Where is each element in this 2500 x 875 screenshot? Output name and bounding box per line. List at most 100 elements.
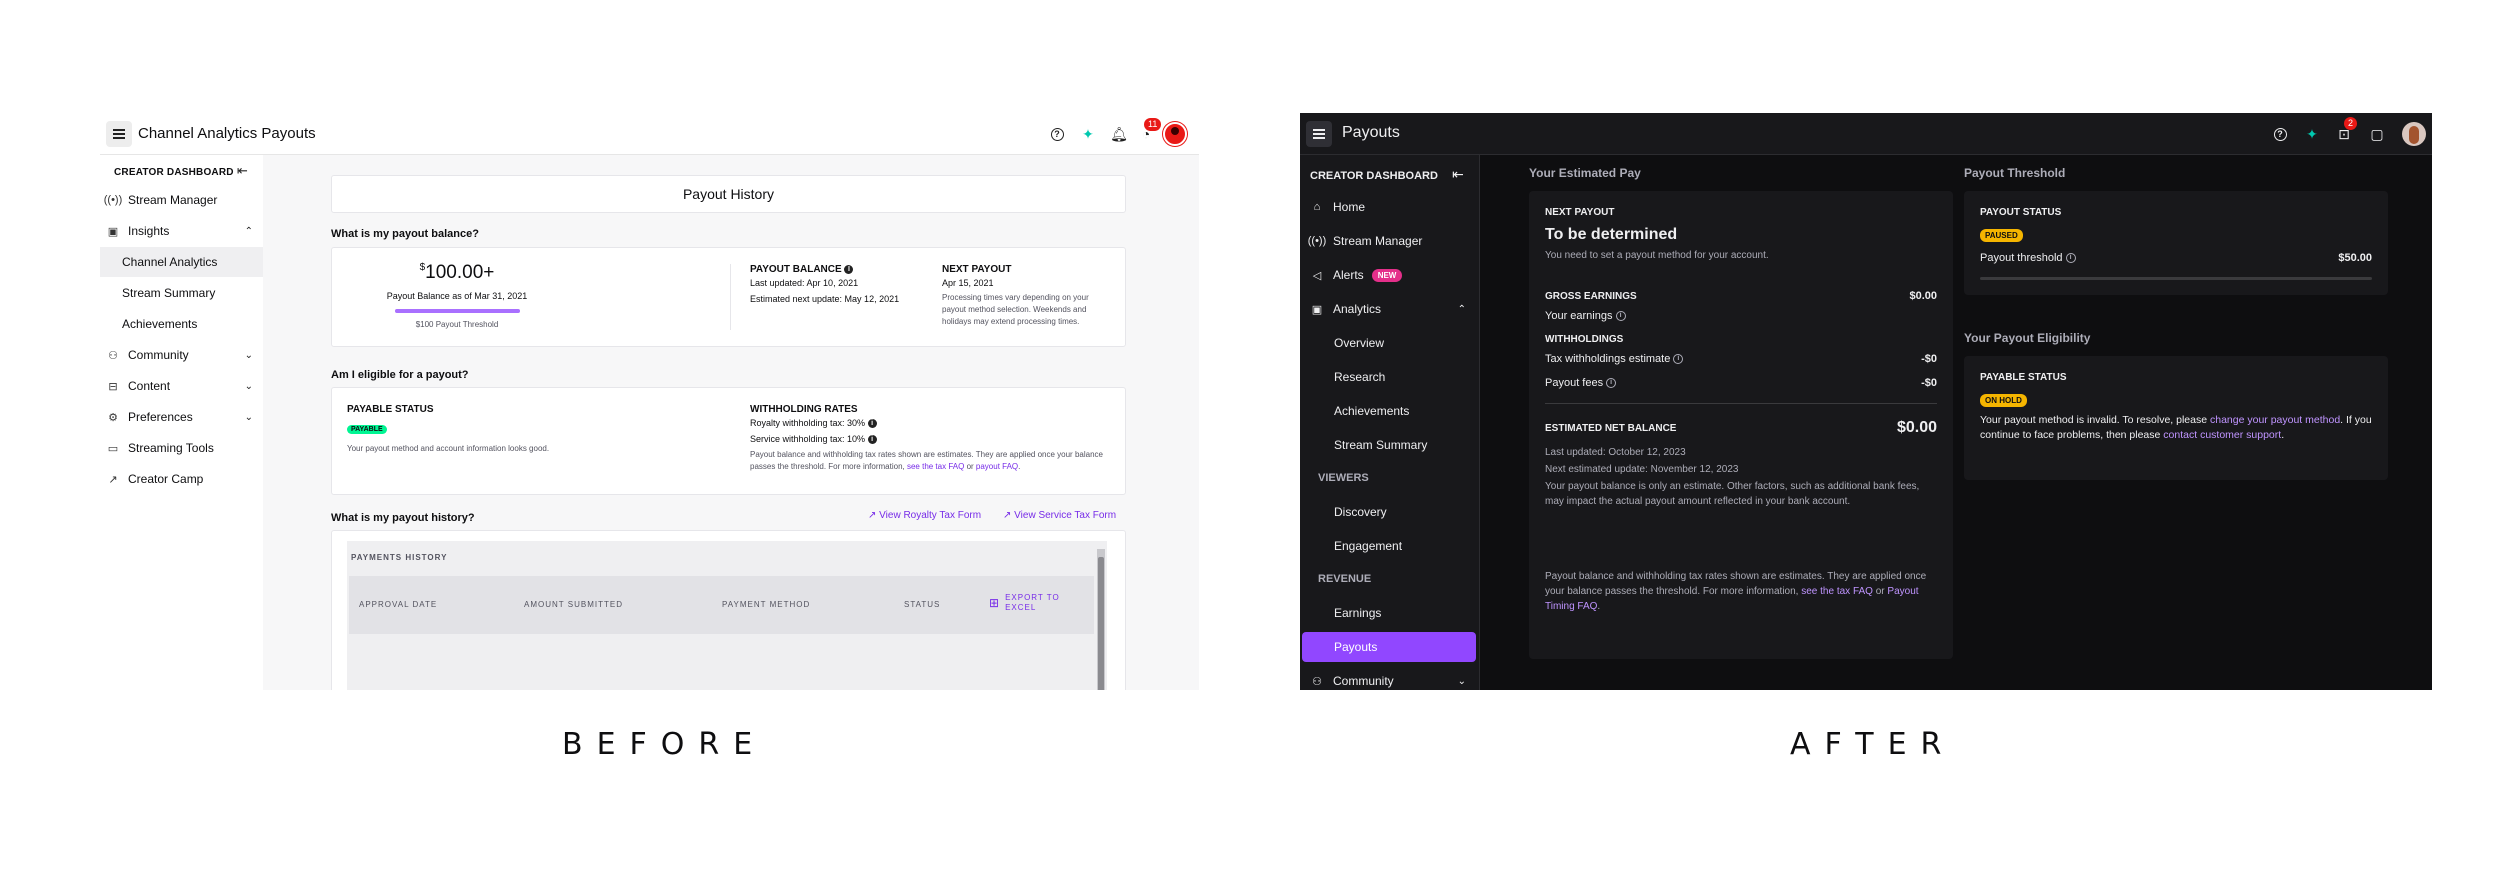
- divider: [1545, 403, 1937, 404]
- info-icon[interactable]: i: [867, 419, 877, 429]
- top-nav: Payouts ? ✦ ⊡ 2 ▢: [1300, 113, 2432, 155]
- chevron-up-icon: ⌃: [1457, 303, 1466, 315]
- menu-icon[interactable]: [106, 121, 132, 147]
- balance-progress-fill: [395, 309, 520, 313]
- sidebar-item-payouts[interactable]: Payouts: [1302, 632, 1476, 662]
- broadcast-icon: ((•)): [103, 194, 123, 206]
- sidebar-group-revenue: REVENUE: [1318, 573, 1372, 585]
- sidebar-item-streaming-tools[interactable]: ▭ Streaming Tools: [100, 433, 263, 463]
- info-icon[interactable]: i: [844, 264, 854, 274]
- payments-history-card: PAYMENTS HISTORY APPROVAL DATE AMOUNT SU…: [331, 530, 1126, 690]
- sidebar-item-research[interactable]: Research: [1302, 362, 1476, 392]
- before-caption: BEFORE: [562, 727, 767, 762]
- before-screenshot: Channel Analytics Payouts ? ✦ 🔔︎ ◔ 11 CR…: [100, 113, 1199, 690]
- sparkle-icon[interactable]: ✦: [2301, 123, 2323, 145]
- info-icon[interactable]: i: [2065, 253, 2076, 264]
- sparkle-icon[interactable]: ✦: [1077, 123, 1099, 145]
- sidebar-item-stream-manager[interactable]: ((•)) Stream Manager: [1302, 226, 1476, 256]
- info-icon[interactable]: i: [1673, 354, 1684, 365]
- threshold-progress-track: [1980, 277, 2372, 280]
- after-caption: AFTER: [1790, 727, 1956, 762]
- notifications-badge: 11: [1144, 118, 1162, 131]
- history-question: What is my payout history?: [331, 512, 475, 524]
- view-service-link[interactable]: ↗ View Service Tax Form: [1003, 510, 1116, 521]
- threshold-row: Payout threshold i $50.00: [1980, 252, 2372, 264]
- fees-row: Payout fees i -$0: [1545, 377, 1937, 389]
- sidebar-item-alerts[interactable]: ◁ Alerts NEW: [1302, 260, 1476, 290]
- contact-support-link[interactable]: contact customer support: [2163, 429, 2281, 441]
- payments-history-label: PAYMENTS HISTORY: [351, 553, 448, 562]
- sidebar-item-engagement[interactable]: Engagement: [1302, 531, 1476, 561]
- menu-icon[interactable]: [1306, 121, 1332, 147]
- column-header: AMOUNT SUBMITTED: [524, 600, 623, 609]
- sidebar-item-home[interactable]: ⌂ Home: [1302, 192, 1476, 222]
- column-header: APPROVAL DATE: [359, 600, 438, 609]
- bell-icon[interactable]: 🔔︎: [1108, 123, 1130, 145]
- sidebar-item-earnings[interactable]: Earnings: [1302, 598, 1476, 628]
- balance-card: $100.00+ Payout Balance as of Mar 31, 20…: [331, 247, 1126, 347]
- chevron-down-icon: ⌄: [1457, 675, 1466, 687]
- sidebar-item-analytics[interactable]: ▣ Analytics ⌃: [1302, 294, 1476, 324]
- chevron-down-icon: ⌄: [244, 411, 253, 423]
- your-earnings: Your earnings i: [1545, 309, 1626, 324]
- payout-eligibility-card: PAYABLE STATUS ON HOLD Your payout metho…: [1964, 356, 2388, 480]
- chevron-down-icon: ⌄: [244, 349, 253, 361]
- home-icon: ⌂: [1313, 201, 1321, 213]
- payout-faq-link[interactable]: payout FAQ: [976, 462, 1018, 471]
- sidebar-item-overview[interactable]: Overview: [1302, 328, 1476, 358]
- sidebar-item-community[interactable]: ⚇ Community ⌄: [100, 340, 263, 370]
- help-icon[interactable]: ?: [2269, 123, 2291, 145]
- tax-faq-link[interactable]: see the tax FAQ: [1801, 586, 1873, 597]
- sidebar-item-creator-camp[interactable]: ↗ Creator Camp: [100, 464, 263, 494]
- sidebar-item-preferences[interactable]: ⚙ Preferences ⌄: [100, 402, 263, 432]
- notifications-badge: 2: [2344, 117, 2358, 130]
- gross-earnings-row: GROSS EARNINGS $0.00: [1545, 290, 1937, 302]
- camera-icon: ▭: [107, 442, 119, 455]
- balance-caption: Payout Balance as of Mar 31, 2021: [386, 291, 528, 301]
- avatar[interactable]: [2402, 122, 2426, 146]
- after-screenshot: Payouts ? ✦ ⊡ 2 ▢ CREATOR DASHBOARD ⇤ ⌂ H…: [1300, 113, 2432, 690]
- chat-icon[interactable]: ▢: [2366, 123, 2388, 145]
- sidebar-item-community[interactable]: ⚇ Community ⌄: [1302, 666, 1476, 690]
- tax-faq-link[interactable]: see the tax FAQ: [907, 462, 964, 471]
- app-title: Channel Analytics Payouts: [138, 125, 316, 142]
- sidebar-item-stream-summary[interactable]: Stream Summary: [1302, 430, 1476, 460]
- sidebar-item-stream-manager[interactable]: ((•)) Stream Manager: [100, 185, 263, 215]
- sidebar-header: CREATOR DASHBOARD: [114, 167, 234, 178]
- sidebar-item-discovery[interactable]: Discovery: [1302, 497, 1476, 527]
- scrollbar[interactable]: [1097, 549, 1105, 690]
- view-royalty-link[interactable]: ↗ View Royalty Tax Form: [868, 510, 981, 521]
- payout-threshold-card: PAYOUT STATUS PAUSED Payout threshold i $…: [1964, 191, 2388, 295]
- sidebar-item-content[interactable]: ⊟ Content ⌄: [100, 371, 263, 401]
- collapse-icon[interactable]: ⇤: [237, 163, 248, 179]
- community-icon: ⚇: [1312, 675, 1322, 688]
- payments-table: PAYMENTS HISTORY APPROVAL DATE AMOUNT SU…: [347, 541, 1107, 690]
- help-icon[interactable]: ?: [1046, 123, 1068, 145]
- sidebar-item-channel-analytics[interactable]: Channel Analytics: [100, 247, 263, 277]
- net-balance-row: ESTIMATED NET BALANCE $0.00: [1545, 419, 1937, 436]
- sidebar-item-stream-summary[interactable]: Stream Summary: [100, 278, 263, 308]
- change-payout-method-link[interactable]: change your payout method: [2210, 414, 2340, 426]
- eligible-question: Am I eligible for a payout?: [331, 369, 469, 381]
- next-payout-block: NEXT PAYOUT Apr 15, 2021 Processing time…: [942, 264, 1089, 326]
- top-nav: Channel Analytics Payouts ? ✦ 🔔︎ ◔ 11: [100, 113, 1199, 155]
- export-button[interactable]: ⊞ EXPORT TO EXCEL: [989, 593, 1065, 613]
- info-icon[interactable]: i: [1606, 378, 1617, 389]
- withholding-block: WITHHOLDING RATES Royalty withholding ta…: [750, 404, 1103, 471]
- app-title: Payouts: [1342, 124, 1400, 141]
- chevron-down-icon: ⌄: [244, 380, 253, 392]
- tax-note: Payout balance and withholding tax rates…: [1545, 571, 1927, 612]
- avatar[interactable]: [1163, 122, 1187, 146]
- info-icon[interactable]: i: [867, 435, 877, 445]
- info-icon[interactable]: i: [1615, 311, 1626, 322]
- collapse-icon[interactable]: ⇤: [1452, 166, 1464, 183]
- sidebar-group-viewers: VIEWERS: [1318, 472, 1369, 484]
- column-header: STATUS: [904, 600, 941, 609]
- broadcast-icon: ((•)): [1307, 235, 1327, 247]
- sidebar-item-insights[interactable]: ▣ Insights ⌃: [100, 216, 263, 246]
- sidebar-item-achievements[interactable]: Achievements: [1302, 396, 1476, 426]
- new-badge: NEW: [1371, 268, 1403, 282]
- sidebar-item-achievements[interactable]: Achievements: [100, 309, 263, 339]
- content-icon: ⊟: [108, 380, 118, 393]
- balance-amount: $100.00+: [419, 262, 495, 283]
